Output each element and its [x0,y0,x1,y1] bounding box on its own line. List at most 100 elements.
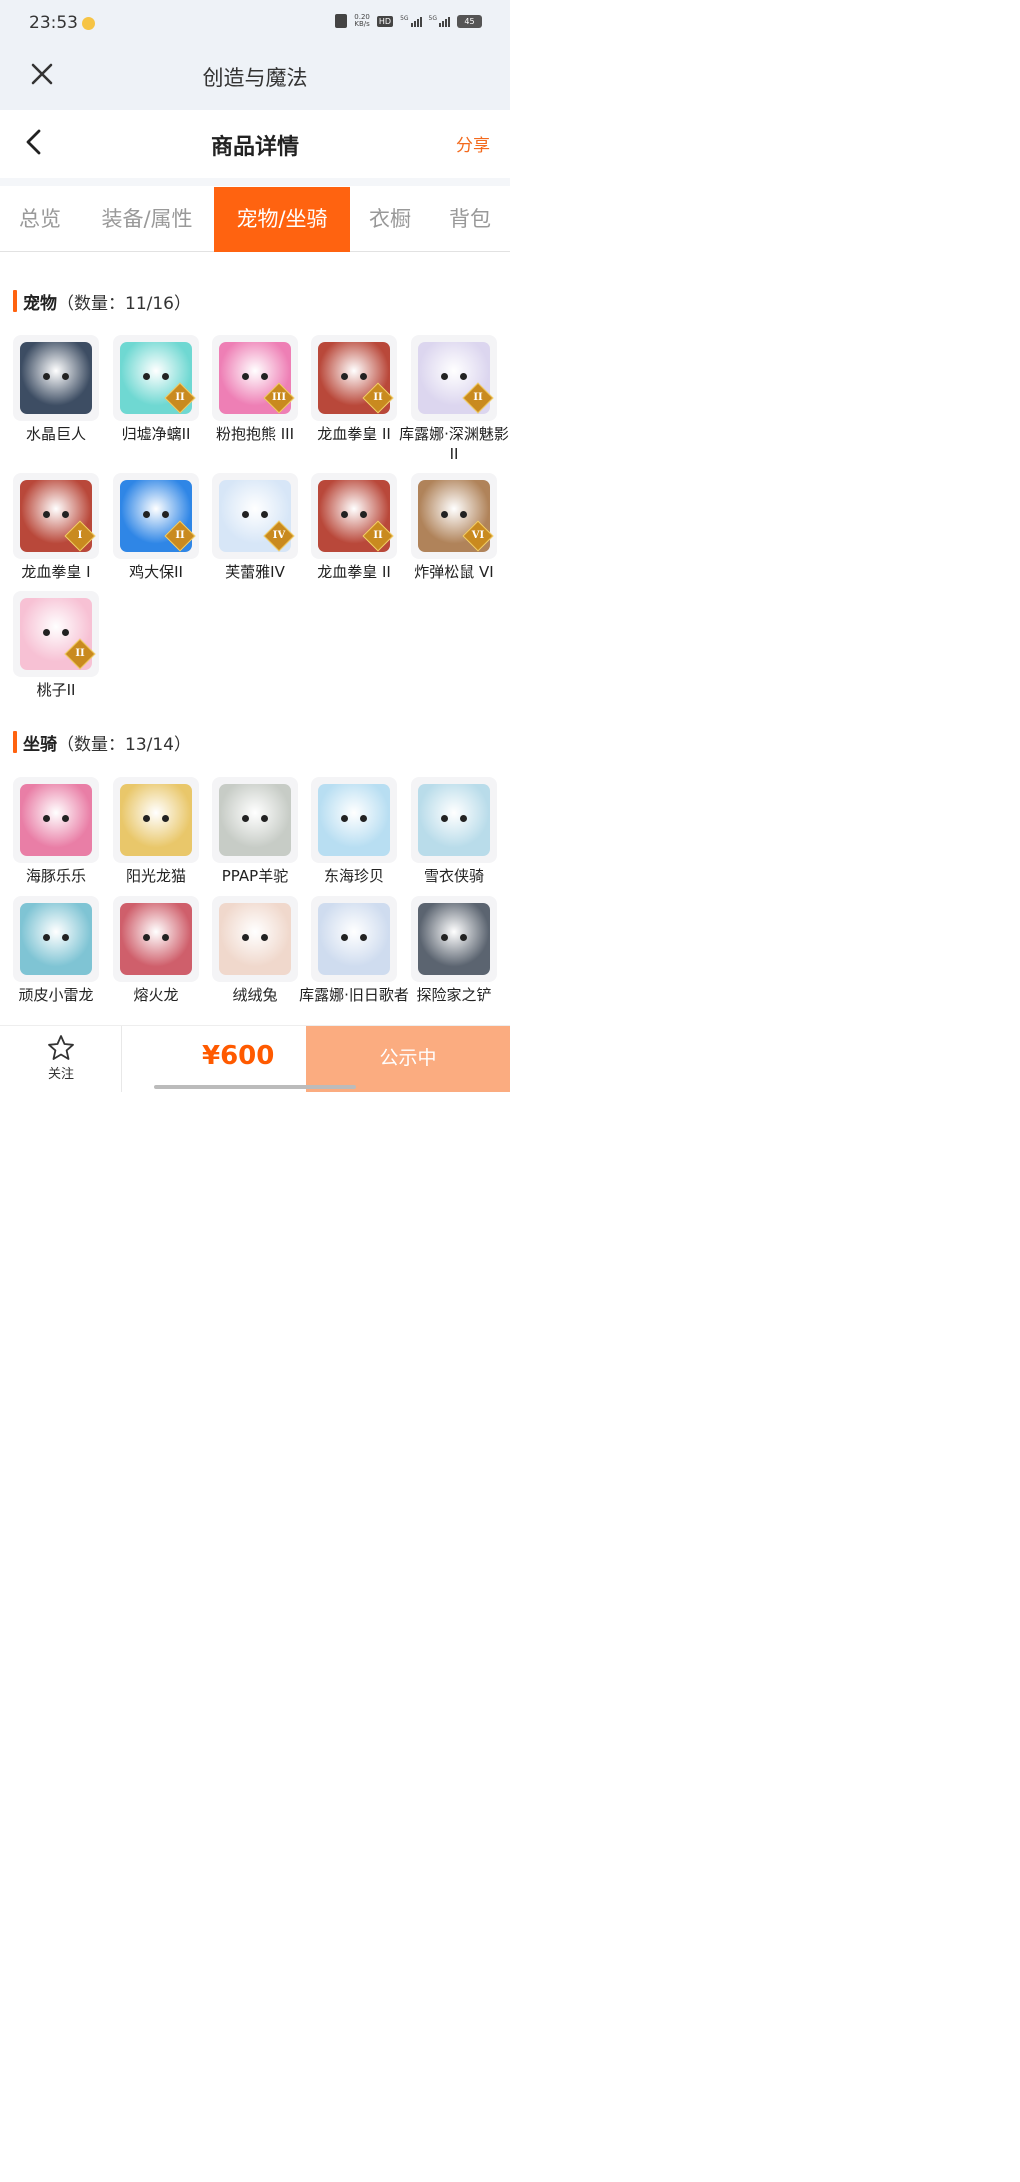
eye-shape [43,629,50,636]
home-indicator [154,1085,356,1089]
network-speed: 0.20 KB/s [354,14,370,28]
item-name: 库露娜·旧日歌者 [299,986,409,1004]
singer-girl-icon [318,903,390,975]
grid-item[interactable]: IV 芙蕾雅IV [212,473,298,582]
eye-shape [43,934,50,941]
app-title-bar: 创造与魔法 [0,50,510,110]
eye-shape [360,934,367,941]
grid-item[interactable]: II 龙血拳皇 II [311,335,397,444]
item-thumbnail [311,896,397,982]
eye-shape [360,815,367,822]
eye-shape [360,373,367,380]
eye-shape [460,373,467,380]
item-thumbnail: II [13,591,99,677]
eye-shape [62,373,69,380]
eye-shape [242,815,249,822]
signal-icon-1: 5G [400,15,422,27]
tier-badge-label: II [373,530,383,541]
eye-shape [162,815,169,822]
tier-badge-label: IV [272,530,286,541]
grid-item[interactable]: 探险家之铲 [411,896,497,1005]
pets-section-header: 宠物 （数量：11/16） [13,289,191,314]
eye-shape [43,373,50,380]
item-thumbnail [13,777,99,863]
tier-badge-label: II [175,392,185,403]
network-type-1: 5G [400,15,409,22]
section-accent-bar [13,290,17,312]
item-name: 炸弹松鼠 VI [414,563,494,581]
eye-shape [242,373,249,380]
tier-badge-label: I [77,530,83,541]
mounts-section-count: （数量：13/14） [57,734,191,755]
alpaca-icon [219,784,291,856]
grid-item[interactable]: I 龙血拳皇 I [13,473,99,582]
item-thumbnail: II [113,335,199,421]
bottom-bar: 关注 ¥600 公示中 [0,1025,510,1092]
item-name: 龙血拳皇 II [317,563,391,581]
item-name: 阳光龙猫 [125,867,186,885]
item-thumbnail: IV [212,473,298,559]
tab-pets-mounts[interactable]: 宠物/坐骑 [214,187,350,252]
grid-item[interactable]: 熔火龙 [113,896,199,1005]
item-thumbnail: I [13,473,99,559]
pets-section-title: 宠物 [23,293,57,314]
eye-shape [341,934,348,941]
eye-shape [441,373,448,380]
grid-item[interactable]: 阳光龙猫 [113,777,199,886]
grid-item[interactable]: VI 炸弹松鼠 VI [411,473,497,582]
tier-badge-label: II [175,530,185,541]
tier-badge-label: II [373,392,383,403]
eye-shape [62,815,69,822]
eye-shape [261,934,268,941]
eye-shape [261,373,268,380]
item-thumbnail: III [212,335,298,421]
item-name: 顽皮小雷龙 [18,986,94,1004]
follow-button[interactable]: 关注 [22,1034,100,1086]
eye-shape [62,511,69,518]
share-button[interactable]: 分享 [456,131,490,156]
app-title: 创造与魔法 [202,66,308,90]
eye-shape [162,934,169,941]
tab-overview[interactable]: 总览 [0,187,80,252]
eye-shape [460,934,467,941]
grid-item[interactable]: III 粉抱抱熊 III [212,335,298,444]
pink-dolphin-icon [20,784,92,856]
item-thumbnail: II [113,473,199,559]
grid-item[interactable]: PPAP羊驼 [212,777,298,886]
battery-icon: 45 [457,14,482,28]
tab-bar: 总览 装备/属性 宠物/坐骑 衣橱 背包 [0,187,510,252]
item-thumbnail [212,896,298,982]
item-name: 龙血拳皇 II [317,425,391,443]
item-thumbnail [13,896,99,982]
grid-item[interactable]: 库露娜·旧日歌者 [299,896,409,1005]
grid-item[interactable]: 海豚乐乐 [13,777,99,886]
page-title: 商品详情 [210,135,299,160]
grid-item[interactable]: 雪衣侠骑 [411,777,497,886]
tab-backpack[interactable]: 背包 [430,187,510,252]
lava-dragon-icon [120,903,192,975]
grid-item[interactable]: II 库露娜·深渊魅影II [399,335,509,464]
public-notice-status-button[interactable]: 公示中 [306,1026,510,1092]
item-name: 熔火龙 [133,986,179,1004]
grid-item[interactable]: 绒绒兔 [212,896,298,1005]
tab-wardrobe[interactable]: 衣橱 [358,187,422,252]
mounts-section-title: 坐骑 [23,734,57,755]
item-thumbnail [113,777,199,863]
grid-item[interactable]: II 龙血拳皇 II [311,473,397,582]
item-thumbnail [311,777,397,863]
eye-shape [360,511,367,518]
grid-item[interactable]: 东海珍贝 [311,777,397,886]
notification-emoji-icon [82,17,95,30]
crystal-giant-icon [20,342,92,414]
grid-item[interactable]: II 鸡大保II [113,473,199,582]
follow-label: 关注 [47,1067,74,1082]
grid-item[interactable]: 水晶巨人 [13,335,99,444]
grid-item[interactable]: II 归墟净螭II [113,335,199,444]
grid-item[interactable]: 顽皮小雷龙 [13,896,99,1005]
item-name: 雪衣侠骑 [423,867,484,885]
signal-icon-2: 5G [429,15,450,27]
eye-shape [341,373,348,380]
grid-item[interactable]: II 桃子II [13,591,99,700]
item-thumbnail: II [311,473,397,559]
tab-equipment[interactable]: 装备/属性 [88,187,206,252]
